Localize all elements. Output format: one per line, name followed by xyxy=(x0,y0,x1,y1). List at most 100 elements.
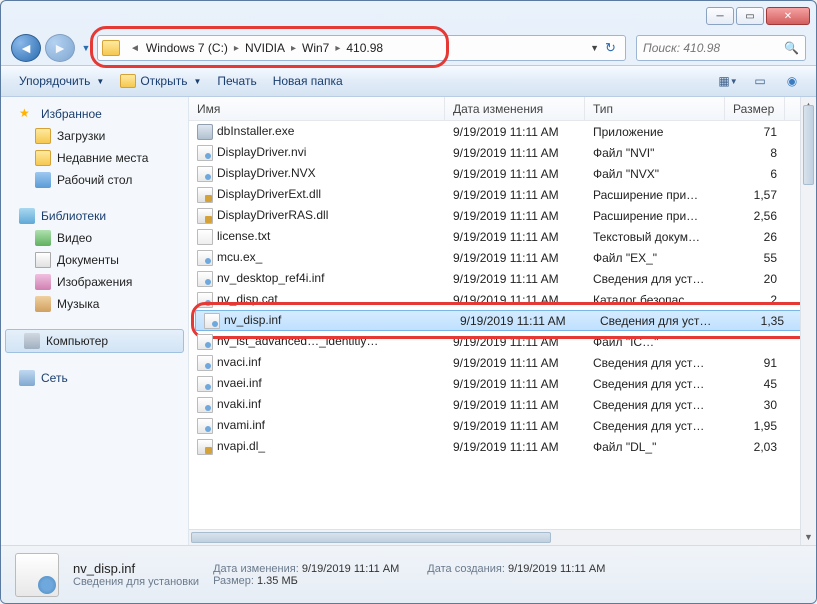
image-icon xyxy=(35,274,51,290)
breadcrumb-nvidia[interactable]: NVIDIA xyxy=(245,41,285,55)
file-icon xyxy=(197,187,213,203)
scroll-thumb[interactable] xyxy=(191,532,551,543)
chevron-right-icon: ▸ xyxy=(329,43,346,54)
file-icon xyxy=(197,418,213,434)
column-size[interactable]: Размер xyxy=(725,97,785,120)
file-list: Имя Дата изменения Тип Размер dbInstalle… xyxy=(189,97,816,545)
chevron-down-icon: ▼ xyxy=(96,77,104,86)
command-bar: Упорядочить▼ Открыть▼ Печать Новая папка… xyxy=(1,65,816,97)
file-icon xyxy=(197,439,213,455)
column-date[interactable]: Дата изменения xyxy=(445,97,585,120)
table-row[interactable]: license.txt 9/19/2019 11:11 AM Текстовый… xyxy=(189,226,816,247)
search-input[interactable] xyxy=(643,41,784,55)
breadcrumb-root[interactable]: Windows 7 (C:) xyxy=(146,41,228,55)
history-dropdown[interactable]: ▼ xyxy=(79,38,93,58)
explorer-window: ─ ▭ ✕ ◄ ► ▼ ◄ Windows 7 (C:) ▸ NVIDIA ▸ … xyxy=(0,0,817,604)
file-icon xyxy=(197,229,213,245)
table-row[interactable]: dbInstaller.exe 9/19/2019 11:11 AM Прило… xyxy=(189,121,816,142)
sidebar-item-downloads[interactable]: Загрузки xyxy=(1,125,188,147)
table-row[interactable]: DisplayDriverExt.dll 9/19/2019 11:11 AM … xyxy=(189,184,816,205)
file-icon xyxy=(197,166,213,182)
table-row[interactable]: nv_ist_advanced…_identitiy… 9/19/2019 11… xyxy=(189,331,816,352)
organize-menu[interactable]: Упорядочить▼ xyxy=(11,66,112,96)
details-pane: nv_disp.inf Сведения для установки Дата … xyxy=(1,545,816,603)
breadcrumb-win7[interactable]: Win7 xyxy=(302,41,329,55)
open-icon xyxy=(120,74,136,88)
breadcrumb-version[interactable]: 410.98 xyxy=(346,41,383,55)
forward-button[interactable]: ► xyxy=(45,34,75,62)
music-icon xyxy=(35,296,51,312)
address-bar[interactable]: ◄ Windows 7 (C:) ▸ NVIDIA ▸ Win7 ▸ 410.9… xyxy=(97,35,626,61)
navigation-pane: ★Избранное Загрузки Недавние места Рабоч… xyxy=(1,97,189,545)
help-button[interactable]: ◉ xyxy=(778,70,806,92)
library-icon xyxy=(19,208,35,224)
file-icon xyxy=(197,271,213,287)
network-icon xyxy=(19,370,35,386)
preview-pane-toggle[interactable]: ▭ xyxy=(746,70,774,92)
file-icon xyxy=(197,292,213,308)
folder-icon xyxy=(35,150,51,166)
scroll-thumb[interactable] xyxy=(803,105,814,185)
table-row[interactable]: nvami.inf 9/19/2019 11:11 AM Сведения дл… xyxy=(189,415,816,436)
table-row[interactable]: nv_desktop_ref4i.inf 9/19/2019 11:11 AM … xyxy=(189,268,816,289)
search-icon: 🔍 xyxy=(784,41,799,55)
table-row[interactable]: nvaci.inf 9/19/2019 11:11 AM Сведения дл… xyxy=(189,352,816,373)
maximize-button[interactable]: ▭ xyxy=(736,7,764,25)
table-row[interactable]: DisplayDriverRAS.dll 9/19/2019 11:11 AM … xyxy=(189,205,816,226)
star-icon: ★ xyxy=(19,106,35,122)
open-button[interactable]: Открыть▼ xyxy=(112,66,209,96)
file-icon xyxy=(197,355,213,371)
file-icon xyxy=(197,334,213,350)
horizontal-scrollbar[interactable] xyxy=(189,529,816,545)
minimize-button[interactable]: ─ xyxy=(706,7,734,25)
sidebar-item-network[interactable]: Сеть xyxy=(1,367,188,389)
table-row[interactable]: nvaei.inf 9/19/2019 11:11 AM Сведения дл… xyxy=(189,373,816,394)
video-icon xyxy=(35,230,51,246)
vertical-scrollbar[interactable]: ▲ ▼ xyxy=(800,97,816,545)
table-row[interactable]: nv_disp.inf 9/19/2019 11:11 AM Сведения … xyxy=(195,310,810,331)
nav-bar: ◄ ► ▼ ◄ Windows 7 (C:) ▸ NVIDIA ▸ Win7 ▸… xyxy=(1,31,816,65)
refresh-icon[interactable]: ↻ xyxy=(605,40,621,56)
table-row[interactable]: nv_disp.cat 9/19/2019 11:11 AM Каталог б… xyxy=(189,289,816,310)
details-filename: nv_disp.inf xyxy=(73,561,199,576)
table-row[interactable]: DisplayDriver.nvi 9/19/2019 11:11 AM Фай… xyxy=(189,142,816,163)
content-body: ★Избранное Загрузки Недавние места Рабоч… xyxy=(1,97,816,545)
table-row[interactable]: mcu.ex_ 9/19/2019 11:11 AM Файл "EX_" 55 xyxy=(189,247,816,268)
file-icon xyxy=(197,145,213,161)
chevron-down-icon: ▼ xyxy=(193,77,201,86)
search-box[interactable]: 🔍 xyxy=(636,35,806,61)
table-row[interactable]: DisplayDriver.NVX 9/19/2019 11:11 AM Фай… xyxy=(189,163,816,184)
view-options[interactable]: ▦ ▼ xyxy=(714,70,742,92)
table-row[interactable]: nvapi.dl_ 9/19/2019 11:11 AM Файл "DL_" … xyxy=(189,436,816,457)
sidebar-item-desktop[interactable]: Рабочий стол xyxy=(1,169,188,191)
file-type-icon xyxy=(15,553,59,597)
file-icon xyxy=(197,250,213,266)
file-rows: dbInstaller.exe 9/19/2019 11:11 AM Прило… xyxy=(189,121,816,529)
libraries-group[interactable]: Библиотеки xyxy=(1,205,188,227)
titlebar: ─ ▭ ✕ xyxy=(1,1,816,31)
sidebar-item-computer[interactable]: Компьютер xyxy=(5,329,184,353)
sidebar-item-documents[interactable]: Документы xyxy=(1,249,188,271)
scroll-down-button[interactable]: ▼ xyxy=(801,529,816,545)
favorites-group[interactable]: ★Избранное xyxy=(1,103,188,125)
document-icon xyxy=(35,252,51,268)
address-dropdown[interactable]: ▼ xyxy=(590,43,599,53)
sidebar-item-music[interactable]: Музыка xyxy=(1,293,188,315)
column-name[interactable]: Имя xyxy=(189,97,445,120)
file-icon xyxy=(197,397,213,413)
file-icon xyxy=(204,313,220,329)
close-button[interactable]: ✕ xyxy=(766,7,810,25)
details-text: nv_disp.inf Сведения для установки xyxy=(73,561,199,588)
chevron-right-icon: ▸ xyxy=(285,43,302,54)
sidebar-item-recent[interactable]: Недавние места xyxy=(1,147,188,169)
table-row[interactable]: nvaki.inf 9/19/2019 11:11 AM Сведения дл… xyxy=(189,394,816,415)
file-icon xyxy=(197,376,213,392)
back-button[interactable]: ◄ xyxy=(11,34,41,62)
sidebar-item-videos[interactable]: Видео xyxy=(1,227,188,249)
details-meta: Дата изменения: 9/19/2019 11:11 AMРазмер… xyxy=(213,563,605,587)
print-button[interactable]: Печать xyxy=(209,66,264,96)
new-folder-button[interactable]: Новая папка xyxy=(265,66,351,96)
sidebar-item-pictures[interactable]: Изображения xyxy=(1,271,188,293)
details-filetype: Сведения для установки xyxy=(73,576,199,588)
column-type[interactable]: Тип xyxy=(585,97,725,120)
